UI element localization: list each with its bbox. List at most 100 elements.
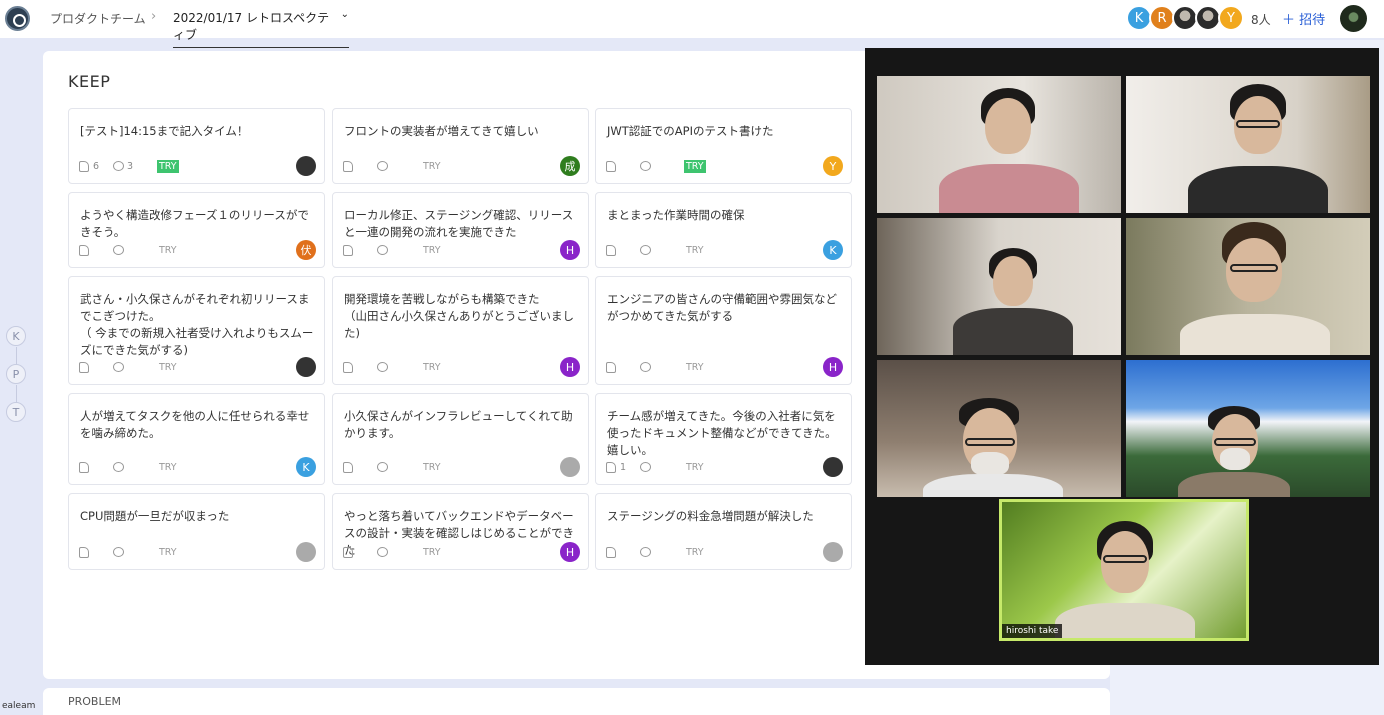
card-footer: TRY 成 bbox=[343, 156, 580, 176]
like-button[interactable] bbox=[606, 160, 640, 172]
comment-button[interactable] bbox=[640, 245, 684, 255]
like-button[interactable]: 6 bbox=[79, 160, 113, 172]
invite-button[interactable]: ＋ 招待 bbox=[1282, 9, 1325, 28]
keep-card[interactable]: CPU問題が一旦だが収まった TRY bbox=[68, 493, 325, 570]
try-toggle[interactable]: TRY bbox=[421, 461, 443, 474]
like-button[interactable]: 1 bbox=[606, 461, 640, 473]
author-avatar bbox=[296, 357, 316, 377]
try-toggle[interactable]: TRY bbox=[157, 361, 179, 374]
like-button[interactable] bbox=[79, 546, 113, 558]
comment-button[interactable] bbox=[113, 547, 157, 557]
keep-card[interactable]: 小久保さんがインフラレビューしてくれて助かります。 TRY bbox=[332, 393, 589, 485]
keep-card[interactable]: JWT認証でのAPIのテスト書けた TRY Y bbox=[595, 108, 852, 184]
keep-card[interactable]: エンジニアの皆さんの守備範囲や雰囲気などがつかめてきた気がする TRY H bbox=[595, 276, 852, 385]
keep-card[interactable]: 開発環境を苦戦しながらも構築できた （山田さん小久保さんありがとうございました)… bbox=[332, 276, 589, 385]
like-button[interactable] bbox=[606, 546, 640, 558]
keep-card[interactable]: ようやく構造改修フェーズ１のリリースができそう。 TRY 伏 bbox=[68, 192, 325, 268]
keep-card[interactable]: やっと落ち着いてバックエンドやデータベースの設計・実装を確認しはじめることができ… bbox=[332, 493, 589, 570]
thumbs-up-icon bbox=[79, 361, 89, 373]
member-avatar[interactable]: Y bbox=[1218, 5, 1244, 31]
try-toggle[interactable]: TRY bbox=[421, 546, 443, 559]
like-button[interactable] bbox=[606, 244, 640, 256]
try-toggle[interactable]: TRY bbox=[684, 244, 706, 257]
video-tile[interactable] bbox=[877, 76, 1121, 213]
comment-button[interactable] bbox=[113, 245, 157, 255]
comment-button[interactable] bbox=[377, 362, 421, 372]
event-selector[interactable]: 2022/01/17 レトロスペクティブ ⌄ bbox=[173, 9, 349, 48]
try-toggle[interactable]: TRY bbox=[157, 159, 179, 173]
comment-icon bbox=[640, 462, 651, 472]
card-footer: TRY H bbox=[606, 357, 843, 377]
card-footer: TRY H bbox=[343, 357, 580, 377]
video-tile[interactable] bbox=[1126, 218, 1370, 355]
footer-label: ealeam bbox=[0, 700, 38, 712]
keep-card[interactable]: [テスト]14:15まで記入タイム！ 6 3 TRY bbox=[68, 108, 325, 184]
comment-button[interactable] bbox=[640, 362, 684, 372]
try-toggle[interactable]: TRY bbox=[684, 361, 706, 374]
comment-button[interactable] bbox=[113, 462, 157, 472]
like-button[interactable] bbox=[343, 546, 377, 558]
try-toggle[interactable]: TRY bbox=[421, 361, 443, 374]
comment-button[interactable] bbox=[640, 547, 684, 557]
breadcrumb-separator-icon: › bbox=[151, 9, 157, 24]
like-button[interactable] bbox=[79, 461, 113, 473]
card-footer: TRY bbox=[79, 542, 316, 562]
try-toggle[interactable]: TRY bbox=[157, 244, 179, 257]
card-footer: TRY K bbox=[606, 240, 843, 260]
author-avatar: K bbox=[823, 240, 843, 260]
keep-card[interactable]: 武さん・小久保さんがそれぞれ初リリースまでこぎつけた。 （ 今までの新規入社者受… bbox=[68, 276, 325, 385]
keep-card[interactable]: ステージングの料金急増問題が解決した TRY bbox=[595, 493, 852, 570]
current-user-avatar[interactable] bbox=[1340, 5, 1367, 32]
try-toggle[interactable]: TRY bbox=[421, 160, 443, 173]
video-tile[interactable] bbox=[877, 360, 1121, 497]
like-button[interactable] bbox=[606, 361, 640, 373]
like-button[interactable] bbox=[343, 361, 377, 373]
comment-button[interactable] bbox=[640, 462, 684, 472]
try-toggle[interactable]: TRY bbox=[684, 546, 706, 559]
comment-icon bbox=[640, 547, 651, 557]
comment-button[interactable] bbox=[377, 161, 421, 171]
keep-card[interactable]: まとまった作業時間の確保 TRY K bbox=[595, 192, 852, 268]
try-toggle[interactable]: TRY bbox=[684, 159, 706, 173]
kpt-nav-try[interactable]: T bbox=[6, 402, 26, 422]
like-button[interactable] bbox=[343, 461, 377, 473]
try-toggle[interactable]: TRY bbox=[421, 244, 443, 257]
card-footer: TRY K bbox=[79, 457, 316, 477]
card-footer: TRY 伏 bbox=[79, 240, 316, 260]
kpt-navigation: K P T bbox=[6, 326, 28, 440]
try-toggle[interactable]: TRY bbox=[157, 546, 179, 559]
like-button[interactable] bbox=[79, 244, 113, 256]
kpt-nav-problem[interactable]: P bbox=[6, 364, 26, 403]
keep-card[interactable]: フロントの実装者が増えてきて嬉しい TRY 成 bbox=[332, 108, 589, 184]
member-avatars[interactable]: KRY bbox=[1126, 5, 1244, 31]
comment-button[interactable]: 3 bbox=[113, 161, 157, 172]
card-text: [テスト]14:15まで記入タイム！ bbox=[80, 124, 249, 138]
comment-count: 3 bbox=[127, 160, 134, 172]
comment-button[interactable] bbox=[377, 462, 421, 472]
keep-card[interactable]: ローカル修正、ステージング確認、リリースと一連の開発の流れを実施できた TRY H bbox=[332, 192, 589, 268]
video-tile[interactable] bbox=[1126, 360, 1370, 497]
comment-button[interactable] bbox=[113, 362, 157, 372]
like-button[interactable] bbox=[343, 160, 377, 172]
like-button[interactable] bbox=[343, 244, 377, 256]
thumbs-up-icon bbox=[79, 244, 89, 256]
app-logo-icon[interactable] bbox=[5, 6, 30, 31]
thumbs-up-icon bbox=[606, 546, 616, 558]
keep-card[interactable]: チーム感が増えてきた。今後の入社者に気を使ったドキュメント整備などができてきた。… bbox=[595, 393, 852, 485]
comment-button[interactable] bbox=[640, 161, 684, 171]
thumbs-up-icon bbox=[343, 361, 353, 373]
card-footer: TRY bbox=[79, 357, 316, 377]
keep-card[interactable]: 人が増えてタスクを他の人に任せられる幸せを噛み締めた。 TRY K bbox=[68, 393, 325, 485]
try-toggle[interactable]: TRY bbox=[684, 461, 706, 474]
author-avatar bbox=[296, 542, 316, 562]
try-toggle[interactable]: TRY bbox=[157, 461, 179, 474]
video-call-window[interactable]: hiroshi take bbox=[865, 48, 1379, 665]
kpt-nav-keep[interactable]: K bbox=[6, 326, 26, 365]
active-speaker-tile[interactable]: hiroshi take bbox=[999, 499, 1249, 641]
comment-button[interactable] bbox=[377, 547, 421, 557]
breadcrumb-team[interactable]: プロダクトチーム bbox=[50, 10, 146, 27]
video-tile[interactable] bbox=[877, 218, 1121, 355]
video-tile[interactable] bbox=[1126, 76, 1370, 213]
comment-button[interactable] bbox=[377, 245, 421, 255]
like-button[interactable] bbox=[79, 361, 113, 373]
